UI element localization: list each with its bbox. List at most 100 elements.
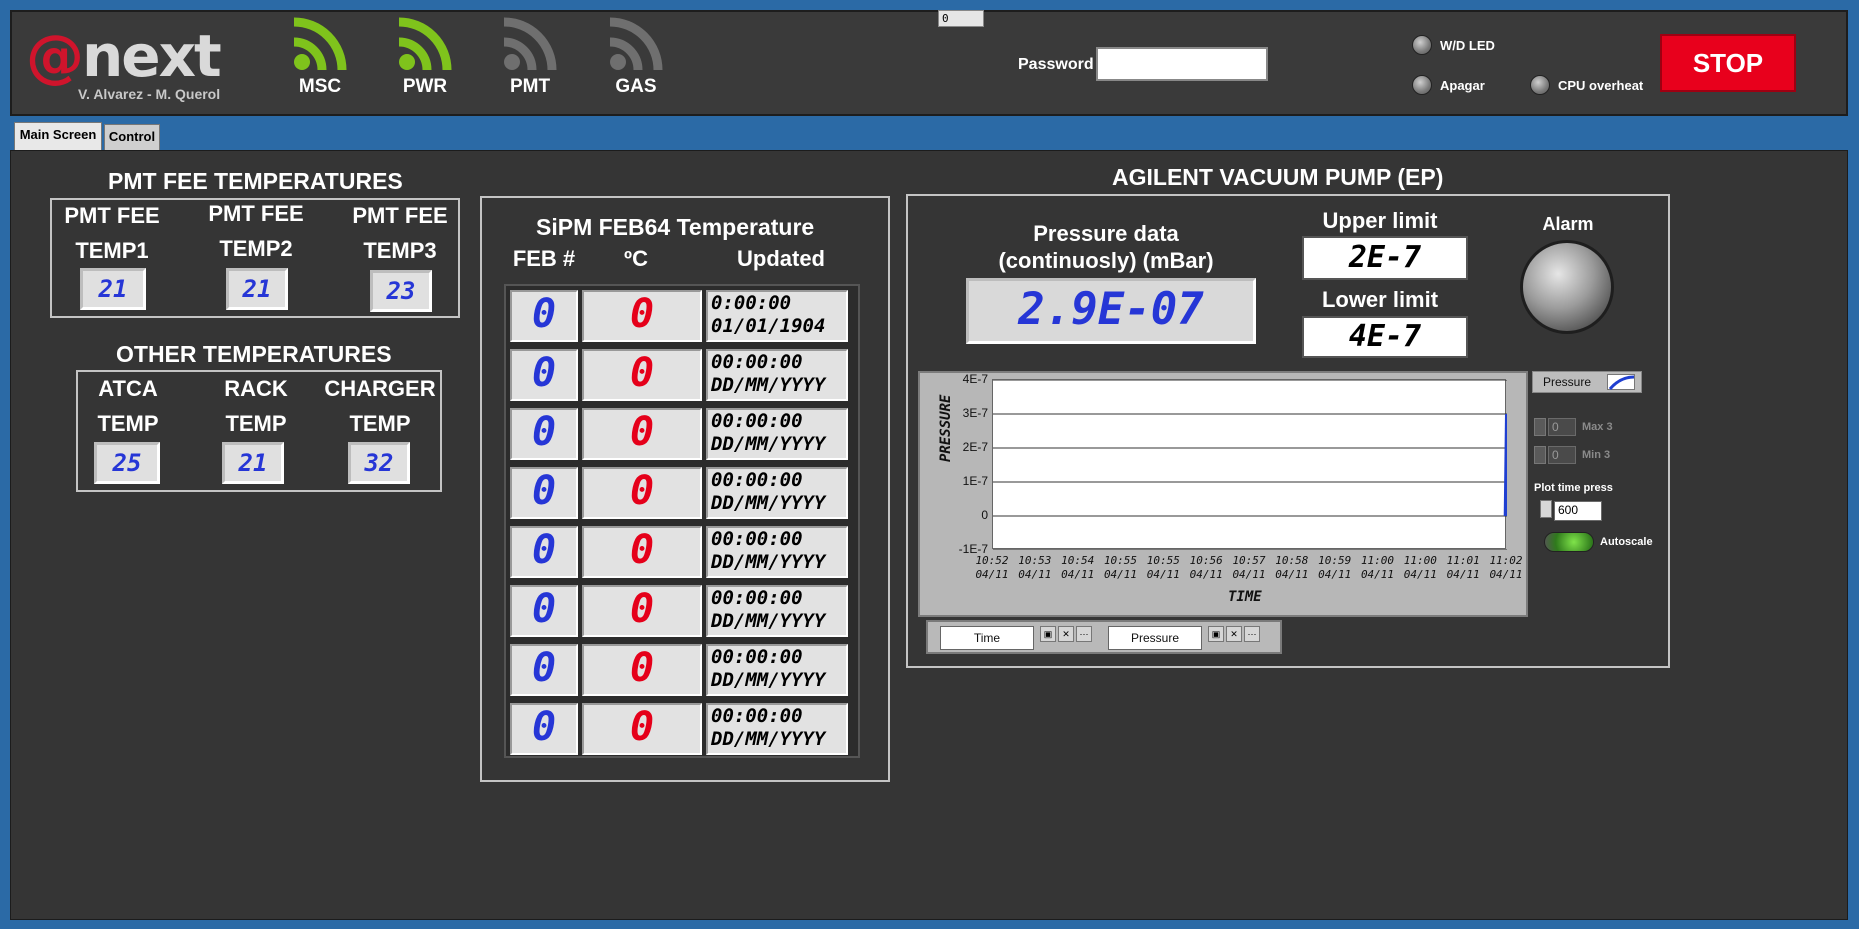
sipm-updated: 00:00:00 DD/MM/YYYY (706, 585, 848, 637)
x-tick-date: 04/11 (1146, 568, 1180, 581)
x-tick-date: 04/11 (1061, 568, 1095, 581)
gas-indicator: GAS (596, 14, 676, 104)
pmt-fee-temp3-head2: TEMP3 (363, 238, 437, 263)
pmt-fee-temp1-head2: TEMP1 (75, 238, 149, 263)
lock-icon[interactable]: ▣ (1208, 626, 1224, 642)
x-tick-time: 10:55 (1103, 554, 1138, 567)
pmt-fee-temp2-head2: TEMP2 (219, 236, 293, 261)
upper-limit-input[interactable]: 2E-7 (1302, 236, 1468, 280)
rack-head2: TEMP (225, 411, 287, 436)
sipm-updated-date: DD/MM/YYYY (711, 610, 826, 632)
x-axis-title: TIME (1228, 589, 1262, 605)
charger-head1: CHARGER (324, 376, 436, 401)
x-tick-label: 10:54 04/11 (1057, 554, 1099, 582)
pressure-plot-area (992, 379, 1509, 551)
apagar-led[interactable] (1412, 75, 1432, 95)
alarm-label: Alarm (1542, 214, 1594, 234)
x-tick-time: 10:56 (1189, 554, 1223, 567)
x-tick-time: 10:53 (1018, 554, 1052, 567)
alarm-indicator (1520, 240, 1614, 334)
cpu-overheat-led[interactable] (1530, 75, 1550, 95)
autoscale-toggle[interactable] (1544, 532, 1594, 552)
msc-label: MSC (298, 76, 342, 97)
x-tick-label: 10:55 04/11 (1142, 554, 1184, 582)
x-tick-label: 10:55 04/11 (1100, 554, 1142, 582)
x-tick-label: 10:57 04/11 (1228, 554, 1270, 582)
rack-temp-value: 21 (222, 442, 284, 484)
sipm-updated: 00:00:00 DD/MM/YYYY (706, 349, 848, 401)
autoscale-label: Autoscale (1600, 536, 1653, 548)
plot-legend[interactable]: Pressure (1532, 371, 1642, 393)
sipm-header-temp: ºC (624, 246, 648, 271)
plot-time-input[interactable]: 600 (1554, 501, 1602, 521)
sipm-updated-date: DD/MM/YYYY (711, 669, 826, 691)
x-scale-icon[interactable]: ✕ (1058, 626, 1074, 642)
y-scale-icon[interactable]: ✕ (1226, 626, 1242, 642)
signal-icon (609, 17, 663, 71)
signal-icon (293, 17, 347, 71)
logo: @next V. Alvarez - M. Querol (26, 22, 222, 102)
sipm-temperature: 0 (582, 585, 702, 637)
sipm-temperature: 0 (582, 349, 702, 401)
pmt-fee-temp1-value: 21 (80, 268, 146, 310)
top-mini-numeric[interactable]: 0 (938, 10, 984, 27)
lock-icon[interactable]: ▣ (1040, 626, 1056, 642)
apagar-label: Apagar (1440, 78, 1485, 93)
x-tick-time: 10:58 (1275, 554, 1309, 567)
x-tick-time: 11:01 (1446, 554, 1480, 567)
sipm-temperature: 0 (582, 703, 702, 755)
pmt-fee-temp2-value: 21 (226, 268, 288, 310)
x-tick-date: 04/11 (1189, 568, 1223, 581)
msc-indicator: MSC (280, 14, 360, 104)
password-input[interactable] (1096, 47, 1268, 81)
y-axis-title: PRESSURE (938, 394, 954, 462)
tab-main-screen[interactable]: Main Screen (14, 122, 102, 150)
sipm-updated-time: 00:00:00 (711, 646, 803, 668)
cursor-time-field[interactable]: Time (940, 626, 1034, 650)
atca-head1: ATCA (98, 376, 158, 401)
tab-control[interactable]: Control (104, 124, 160, 150)
sipm-header-updated: Updated (737, 246, 825, 271)
x-tick-date: 04/11 (1232, 568, 1266, 581)
sipm-feb-number: 0 (510, 467, 578, 519)
max-label: Max 3 (1582, 421, 1613, 433)
atca-temp-value: 25 (94, 442, 160, 484)
signal-icon (503, 17, 557, 71)
y-tick-label: 0 (981, 508, 988, 522)
pmt-label: PMT (509, 76, 551, 97)
x-tick-label: 10:52 04/11 (971, 554, 1013, 582)
sipm-feb-number: 0 (510, 349, 578, 401)
plot-time-label: Plot time press (1534, 482, 1613, 494)
min-input[interactable]: 0 (1548, 446, 1576, 464)
y-format-icon[interactable]: ⋯ (1244, 626, 1260, 642)
sipm-updated: 0:00:00 01/01/1904 (706, 290, 848, 342)
sipm-updated: 00:00:00 DD/MM/YYYY (706, 703, 848, 755)
max-input[interactable]: 0 (1548, 418, 1576, 436)
x-format-icon[interactable]: ⋯ (1076, 626, 1092, 642)
pmt-fee-temp3-head1: PMT FEE (352, 203, 448, 228)
rack-head1: RACK (224, 376, 288, 401)
plot-time-spinner[interactable] (1540, 500, 1552, 518)
sipm-updated-time: 00:00:00 (711, 351, 803, 373)
pmt-indicator: PMT (490, 14, 570, 104)
pmt-fee-temp2-head1: PMT FEE (208, 201, 304, 226)
sipm-updated-date: DD/MM/YYYY (711, 433, 826, 455)
cpu-overheat-label: CPU overheat (1558, 78, 1644, 93)
sipm-feb-number: 0 (510, 703, 578, 755)
lower-limit-label: Lower limit (1321, 287, 1439, 312)
sipm-updated: 00:00:00 DD/MM/YYYY (706, 408, 848, 460)
sipm-temperature: 0 (582, 290, 702, 342)
x-tick-time: 10:57 (1232, 554, 1266, 567)
lower-limit-input[interactable]: 4E-7 (1302, 316, 1468, 358)
sipm-updated-time: 00:00:00 (711, 705, 803, 727)
wd-led[interactable] (1412, 35, 1432, 55)
other-temps-title: OTHER TEMPERATURES (116, 341, 392, 367)
max-spinner[interactable] (1534, 418, 1546, 436)
stop-button[interactable]: STOP (1660, 34, 1796, 92)
min-spinner[interactable] (1534, 446, 1546, 464)
app-window: @next V. Alvarez - M. Querol 0 MSC PWR P… (0, 0, 1859, 929)
pwr-indicator: PWR (385, 14, 465, 104)
sipm-updated: 00:00:00 DD/MM/YYYY (706, 526, 848, 578)
cursor-pressure-field[interactable]: Pressure (1108, 626, 1202, 650)
x-tick-date: 04/11 (1403, 568, 1437, 581)
